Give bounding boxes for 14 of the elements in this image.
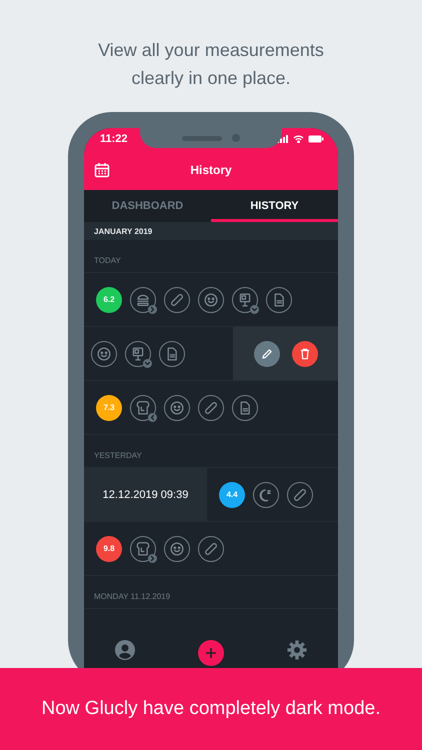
glucose-value[interactable]: 4.4 [219, 482, 245, 508]
status-time: 11:22 [100, 133, 128, 145]
glucose-value[interactable]: 9.8 [96, 536, 122, 562]
glucose-value[interactable]: 6.2 [96, 286, 122, 312]
section-label: YESTERDAY [94, 451, 142, 460]
screen-title: History [190, 163, 232, 177]
entry-date: 12.12.2019 09:39 [84, 468, 207, 521]
heading-text: View all your measurements clearly in one place. [97, 39, 325, 90]
promo-banner: Now Glucly have completely dark mode. [0, 668, 422, 750]
section-label: TODAY [94, 256, 121, 265]
month-header: JANUARY 2019 [84, 222, 338, 240]
glucose-value[interactable]: 7.3 [96, 394, 122, 420]
section-label: MONDAY 11.12.2019 [94, 592, 170, 601]
tab[interactable]: DASHBOARD [84, 190, 211, 222]
